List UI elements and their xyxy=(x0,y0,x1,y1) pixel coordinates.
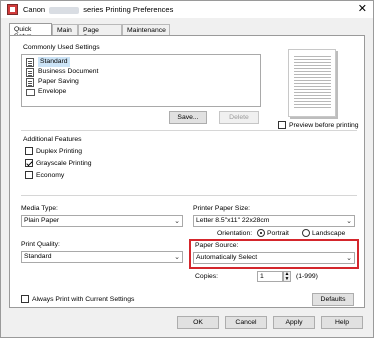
chevron-down-icon: ⌄ xyxy=(346,255,352,262)
always-print-checkbox[interactable] xyxy=(21,295,29,303)
printer-paper-size-value: Letter 8.5"x11" 22x28cm xyxy=(196,217,270,224)
divider xyxy=(21,195,357,196)
duplex-printing-label: Duplex Printing xyxy=(36,148,83,155)
paper-source-value: Automatically Select xyxy=(196,254,258,261)
defaults-button[interactable]: Defaults xyxy=(312,293,354,306)
close-button[interactable]: ✕ xyxy=(358,3,367,15)
apply-button[interactable]: Apply xyxy=(273,316,315,329)
grayscale-printing-checkbox[interactable] xyxy=(25,159,33,167)
title-suffix: series Printing Preferences xyxy=(83,5,174,14)
divider xyxy=(21,130,357,131)
economy-checkbox[interactable] xyxy=(25,171,33,179)
orientation-label: Orientation: xyxy=(217,230,253,237)
chevron-down-icon: ⌄ xyxy=(174,254,180,261)
ok-button[interactable]: OK xyxy=(177,316,219,329)
chevron-down-icon: ⌄ xyxy=(346,218,352,225)
economy-label: Economy xyxy=(36,172,65,179)
grayscale-printing-label: Grayscale Printing xyxy=(36,160,92,167)
media-type-value: Plain Paper xyxy=(24,217,60,224)
duplex-printing-checkbox[interactable] xyxy=(25,147,33,155)
document-icon xyxy=(26,78,34,87)
list-item-envelope[interactable]: Envelope xyxy=(24,87,144,97)
printing-preferences-window: Canon series Printing Preferences ✕ Quic… xyxy=(0,0,374,338)
help-button[interactable]: Help xyxy=(321,316,363,329)
preview-before-printing-checkbox[interactable] xyxy=(278,121,286,129)
copies-range: (1-999) xyxy=(296,273,318,280)
cancel-button[interactable]: Cancel xyxy=(225,316,267,329)
envelope-icon xyxy=(26,89,35,96)
document-icon xyxy=(26,68,34,77)
paper-source-label: Paper Source: xyxy=(195,242,239,249)
title-bar: Canon series Printing Preferences ✕ xyxy=(1,1,373,18)
paper-source-select[interactable]: Automatically Select ⌄ xyxy=(193,252,355,264)
save-button[interactable]: Save... xyxy=(169,111,207,124)
portrait-label: Portrait xyxy=(267,230,289,237)
document-icon xyxy=(26,58,34,67)
print-quality-label: Print Quality: xyxy=(21,241,60,248)
landscape-radio[interactable] xyxy=(302,229,310,237)
page-preview xyxy=(288,49,336,117)
printer-paper-size-label: Printer Paper Size: xyxy=(193,205,251,212)
portrait-radio[interactable] xyxy=(257,229,265,237)
printer-app-icon xyxy=(7,4,18,15)
list-item-paper-saving[interactable]: Paper Saving xyxy=(24,77,144,87)
copies-label: Copies: xyxy=(195,273,219,280)
always-print-label: Always Print with Current Settings xyxy=(32,296,135,303)
commonly-used-list[interactable]: Standard Business Document Paper Saving … xyxy=(21,54,261,107)
printer-paper-size-select[interactable]: Letter 8.5"x11" 22x28cm ⌄ xyxy=(193,215,355,227)
additional-features-heading: Additional Features xyxy=(23,136,82,143)
chevron-down-icon: ⌄ xyxy=(174,218,180,225)
media-type-label: Media Type: xyxy=(21,205,58,212)
delete-button[interactable]: Delete xyxy=(219,111,259,124)
copies-spinner[interactable]: ▲ ▼ xyxy=(283,271,291,282)
media-type-select[interactable]: Plain Paper ⌄ xyxy=(21,215,183,227)
print-quality-select[interactable]: Standard ⌄ xyxy=(21,251,183,263)
redacted-model-name xyxy=(49,6,80,14)
copies-input[interactable]: 1 xyxy=(257,271,283,282)
commonly-used-heading: Commonly Used Settings xyxy=(23,44,100,51)
preview-before-printing-label: Preview before printing xyxy=(289,122,359,129)
list-item-standard[interactable]: Standard xyxy=(24,57,144,67)
print-quality-value: Standard xyxy=(24,253,52,260)
spin-down-icon[interactable]: ▼ xyxy=(284,277,290,282)
window-title: Canon series Printing Preferences xyxy=(23,5,173,14)
landscape-label: Landscape xyxy=(312,230,346,237)
list-item-business-document[interactable]: Business Document xyxy=(24,67,144,77)
title-prefix: Canon xyxy=(23,5,46,14)
